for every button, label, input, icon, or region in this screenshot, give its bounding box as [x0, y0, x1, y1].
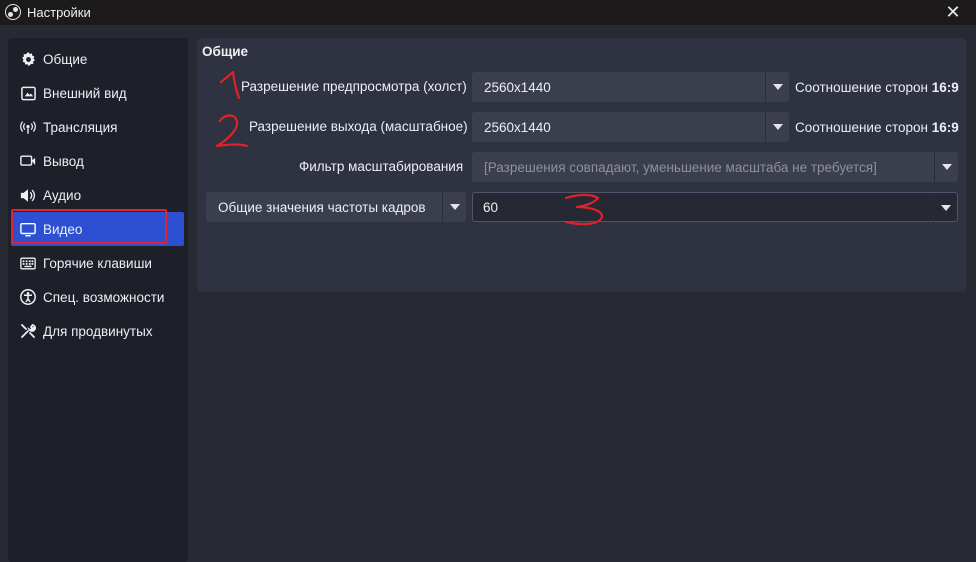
aspect-ratio-value: 16:9 — [931, 120, 959, 135]
sidebar-item-audio[interactable]: Аудио — [8, 178, 188, 212]
sidebar-item-label: Горячие клавиши — [43, 255, 152, 271]
sidebar-item-appearance[interactable]: Внешний вид — [8, 76, 188, 110]
speaker-icon — [19, 186, 37, 204]
sidebar-item-output[interactable]: Вывод — [8, 144, 188, 178]
settings-sidebar: Общие Внешний вид Трансляция Вывод Аудио… — [8, 38, 188, 562]
sidebar-item-broadcast[interactable]: Трансляция — [8, 110, 188, 144]
close-button[interactable]: ✕ — [930, 0, 976, 25]
section-title: Общие — [202, 44, 249, 59]
sidebar-item-label: Спец. возможности — [43, 289, 165, 305]
fps-type-value: Общие значения частоты кадров — [218, 199, 426, 215]
sidebar-item-label: Общие — [43, 51, 88, 67]
title-bar: Настройки ✕ — [0, 0, 976, 25]
accessibility-icon — [19, 288, 37, 306]
downscale-filter-value: [Разрешения совпадают, уменьшение масшта… — [484, 159, 877, 175]
video-settings-panel: Общие Разрешение предпросмотра (холст) 2… — [197, 38, 966, 292]
base-aspect-ratio: Соотношение сторон 16:9 — [795, 80, 959, 95]
chevron-down-icon[interactable] — [934, 152, 958, 182]
sidebar-item-label: Видео — [43, 221, 83, 237]
fps-type-combobox[interactable]: Общие значения частоты кадров — [206, 192, 466, 222]
gear-icon — [19, 50, 37, 68]
sidebar-item-label: Аудио — [43, 187, 82, 203]
sidebar-item-advanced[interactable]: Для продвинутых — [8, 314, 188, 348]
aspect-ratio-label: Соотношение сторон — [795, 80, 928, 95]
sidebar-item-label: Трансляция — [43, 119, 118, 135]
output-icon — [19, 152, 37, 170]
chevron-down-icon[interactable] — [765, 112, 789, 142]
output-resolution-value: 2560x1440 — [484, 119, 551, 135]
chevron-down-icon[interactable] — [765, 72, 789, 102]
downscale-filter-label: Фильтр масштабирования — [299, 159, 464, 174]
base-resolution-combobox[interactable]: 2560x1440 — [472, 72, 789, 102]
tools-icon — [19, 322, 37, 340]
sidebar-item-label: Вывод — [43, 153, 84, 169]
obs-logo-icon — [5, 4, 21, 20]
sidebar-item-video[interactable]: Видео — [11, 212, 184, 246]
output-resolution-combobox[interactable]: 2560x1440 — [472, 112, 789, 142]
aspect-ratio-label: Соотношение сторон — [795, 120, 928, 135]
sidebar-item-accessibility[interactable]: Спец. возможности — [8, 280, 188, 314]
sidebar-item-label: Внешний вид — [43, 85, 127, 101]
close-icon: ✕ — [945, 2, 961, 22]
monitor-icon — [19, 220, 37, 238]
broadcast-icon — [19, 118, 37, 136]
chevron-down-icon[interactable] — [442, 192, 466, 222]
appearance-icon — [19, 84, 37, 102]
sidebar-item-general[interactable]: Общие — [8, 42, 188, 76]
sidebar-item-hotkeys[interactable]: Горячие клавиши — [8, 246, 188, 280]
downscale-filter-combobox[interactable]: [Разрешения совпадают, уменьшение масшта… — [472, 152, 958, 182]
fps-value: 60 — [483, 199, 499, 215]
aspect-ratio-value: 16:9 — [931, 80, 959, 95]
base-resolution-label: Разрешение предпросмотра (холст) — [241, 79, 467, 94]
sidebar-item-label: Для продвинутых — [43, 323, 153, 339]
keyboard-icon — [19, 254, 37, 272]
window-title: Настройки — [27, 5, 91, 20]
chevron-down-icon[interactable] — [933, 193, 957, 223]
base-resolution-value: 2560x1440 — [484, 79, 551, 95]
output-aspect-ratio: Соотношение сторон 16:9 — [795, 120, 959, 135]
output-resolution-label: Разрешение выхода (масштабное) — [249, 119, 468, 134]
fps-value-combobox[interactable]: 60 — [472, 192, 958, 223]
